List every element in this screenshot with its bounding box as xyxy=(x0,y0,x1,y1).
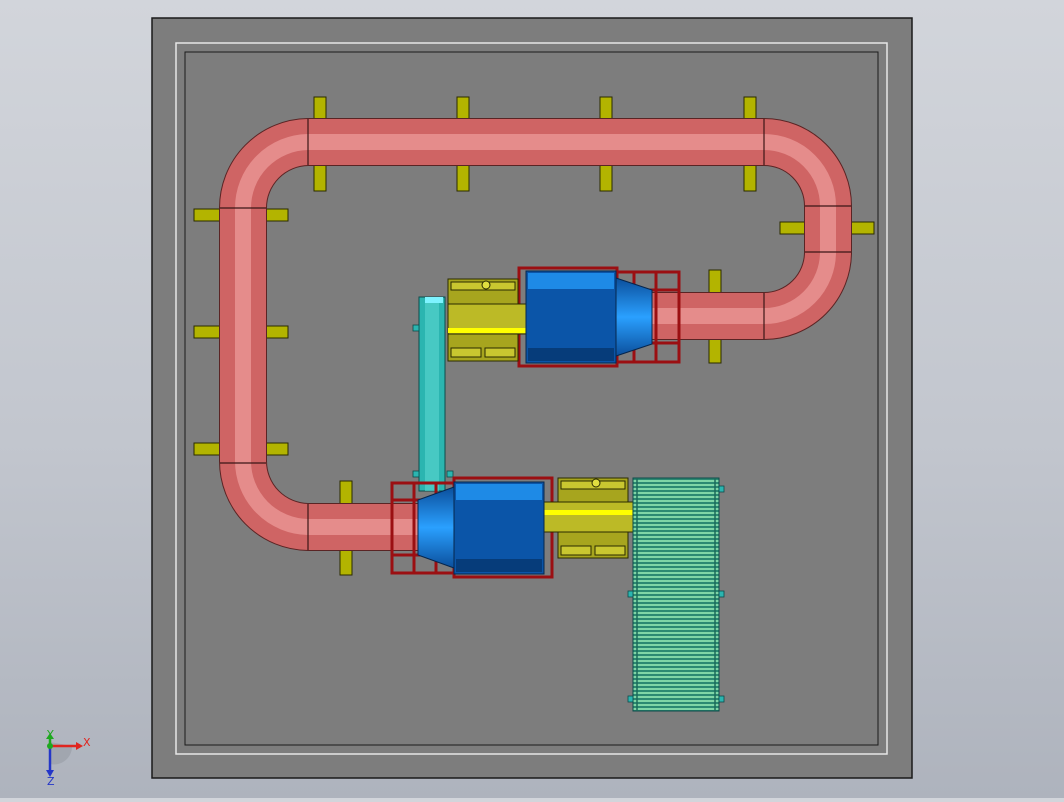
axis-triad[interactable]: X Y Z xyxy=(36,728,106,788)
shaft-lower xyxy=(544,510,636,515)
motor-upper[interactable] xyxy=(447,278,527,362)
x-axis-arrow xyxy=(76,742,83,750)
fan-inlet-upper[interactable] xyxy=(615,277,653,357)
fan-housing-lower-bottom xyxy=(456,559,542,572)
y-axis-label: Y xyxy=(46,728,54,741)
fan-inlet-lower[interactable] xyxy=(417,486,455,569)
fan-housing-lower-top xyxy=(456,484,542,500)
model-top-view[interactable] xyxy=(0,0,1064,798)
grating-panel[interactable] xyxy=(627,477,725,712)
fan-housing-upper-top xyxy=(528,273,614,289)
z-axis-label: Z xyxy=(47,775,55,788)
triad-origin xyxy=(47,743,53,749)
shaft-upper xyxy=(448,328,526,333)
cad-viewport[interactable]: X Y Z xyxy=(0,0,1064,798)
fan-housing-upper-bottom xyxy=(528,348,614,361)
x-axis-label: X xyxy=(83,736,91,749)
motor-lower[interactable] xyxy=(543,477,637,559)
